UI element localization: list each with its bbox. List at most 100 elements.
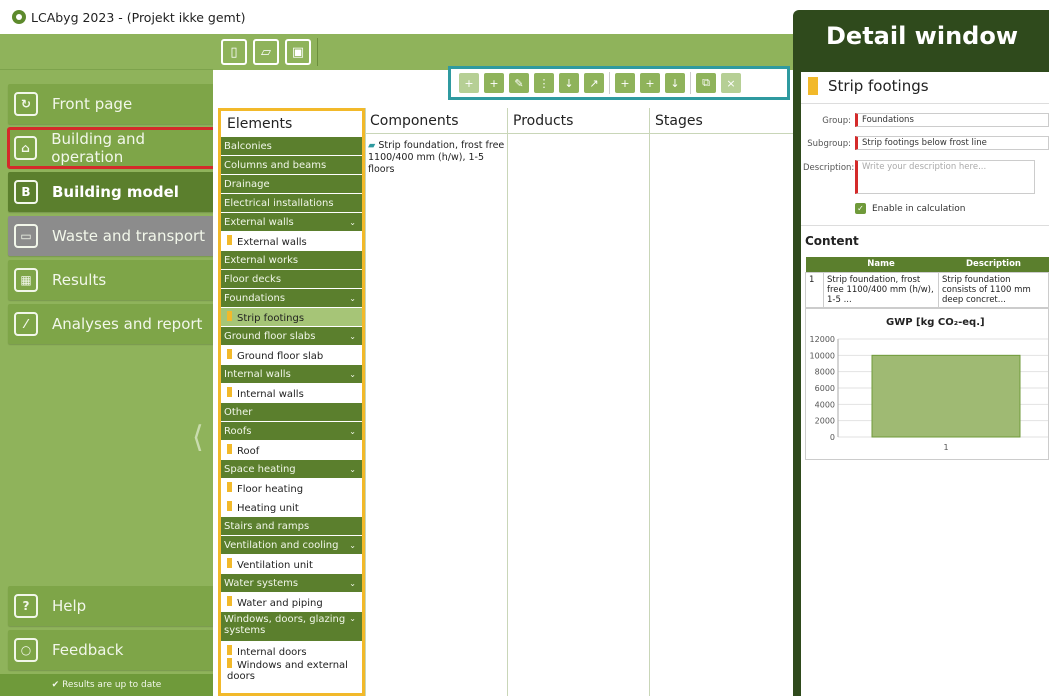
element-label: Roof	[237, 445, 260, 457]
question-icon: ?	[14, 594, 38, 618]
element-category[interactable]: Drainage	[221, 175, 362, 194]
add-component-child-icon[interactable]: +	[640, 73, 660, 93]
element-category[interactable]: Other	[221, 403, 362, 422]
gwp-chart: GWP [kg CO₂-eq.] 0 2000 4000 6000 8000 10000 1…	[805, 308, 1049, 460]
element-category[interactable]: External works	[221, 251, 362, 270]
sidebar-item-help[interactable]: ? Help	[8, 586, 215, 626]
open-folder-icon[interactable]: ▱	[253, 39, 279, 65]
element-label: Internal walls	[237, 388, 304, 400]
enable-in-calculation-checkbox[interactable]: ✓ Enable in calculation	[855, 203, 965, 214]
element-category[interactable]: Ground floor slabs ⌄	[221, 327, 362, 346]
add-component-icon[interactable]: +	[615, 73, 635, 93]
element-label-wrap: Roof	[227, 443, 260, 457]
chevron-down-icon[interactable]: ⌄	[349, 370, 356, 379]
element-category[interactable]: Floor decks	[221, 270, 362, 289]
element-item[interactable]: Strip footings	[221, 308, 362, 327]
element-item[interactable]: Water and piping	[221, 593, 362, 612]
element-item[interactable]: Ground floor slab	[221, 346, 362, 365]
checkmark-icon: ✓	[855, 203, 866, 214]
element-item[interactable]: Ventilation unit	[221, 555, 362, 574]
sidebar-item-building-model[interactable]: B Building model	[8, 172, 215, 212]
element-label-wrap: Strip footings	[227, 310, 305, 324]
element-category[interactable]: Water systems ⌄	[221, 574, 362, 593]
element-item[interactable]: Windows and external doors	[221, 658, 362, 682]
element-category[interactable]: Internal walls ⌄	[221, 365, 362, 384]
chart-svg: 0 2000 4000 6000 8000 10000 12000 1	[810, 335, 1048, 452]
sidebar-item-building-and-operation[interactable]: ⌂ Building and operation	[7, 127, 216, 169]
element-category[interactable]: Windows, doors, glazing systems ⌄	[221, 612, 362, 642]
subgroup-field[interactable]: Strip footings below frost line	[855, 136, 1049, 150]
element-category[interactable]: Foundations ⌄	[221, 289, 362, 308]
element-label: Strip footings	[237, 312, 305, 324]
element-label: External walls	[237, 236, 307, 248]
chevron-down-icon[interactable]: ⌄	[349, 614, 356, 623]
chevron-down-icon[interactable]: ⌄	[349, 579, 356, 588]
sidebar-item-label: Building model	[52, 183, 179, 201]
sidebar-item-label: Analyses and report	[52, 315, 203, 333]
y-tick-label: 0	[830, 433, 835, 442]
chevron-down-icon[interactable]: ⌄	[349, 332, 356, 341]
hierarchy-icon[interactable]: ⋮	[534, 73, 554, 93]
chevron-down-icon[interactable]: ⌄	[349, 294, 356, 303]
group-label: Group:	[822, 116, 851, 126]
element-item[interactable]: External walls	[221, 232, 362, 251]
chevron-down-icon[interactable]: ⌄	[349, 427, 356, 436]
y-tick-label: 12000	[810, 335, 835, 344]
group-field[interactable]: Foundations	[855, 113, 1049, 127]
y-tick-label: 2000	[815, 417, 835, 426]
element-category[interactable]: External walls ⌄	[221, 213, 362, 232]
sidebar-item-waste-and-transport[interactable]: ▭ Waste and transport	[8, 216, 215, 256]
element-category[interactable]: Electrical installations	[221, 194, 362, 213]
chevron-down-icon[interactable]: ⌄	[349, 218, 356, 227]
element-item[interactable]: Heating unit	[221, 498, 362, 517]
element-label: Stairs and ramps	[224, 520, 310, 532]
element-item[interactable]: Floor heating	[221, 479, 362, 498]
new-file-icon[interactable]: ▯	[221, 39, 247, 65]
element-label: Floor heating	[237, 483, 304, 495]
add-icon[interactable]: +	[459, 73, 479, 93]
duplicate-icon[interactable]: ⧉	[696, 73, 716, 93]
element-label-wrap: Floor decks	[224, 274, 281, 285]
element-label-wrap: Windows, doors, glazing systems	[224, 614, 349, 636]
save-icon[interactable]: ▣	[285, 39, 311, 65]
element-category[interactable]: Columns and beams	[221, 156, 362, 175]
chevron-down-icon[interactable]: ⌄	[349, 541, 356, 550]
element-label-wrap: Windows and external doors	[227, 658, 362, 682]
close-icon[interactable]: ×	[721, 73, 741, 93]
bar[interactable]	[871, 354, 1021, 438]
table-row[interactable]: 1 Strip foundation, frost free 1100/400 …	[805, 271, 1049, 308]
element-marker-icon	[227, 644, 232, 655]
element-label: Drainage	[224, 178, 270, 190]
element-item[interactable]: Internal walls	[221, 384, 362, 403]
element-category[interactable]: Balconies	[221, 137, 362, 156]
sidebar-item-analyses-and-report[interactable]: ⁄ Analyses and report	[8, 304, 215, 344]
import-icon[interactable]: ↓	[559, 73, 579, 93]
element-label: Water and piping	[237, 597, 323, 609]
chevron-down-icon[interactable]: ⌄	[349, 465, 356, 474]
element-label: Electrical installations	[224, 197, 334, 209]
element-label: Space heating	[224, 463, 296, 475]
sidebar-item-label: Results	[52, 271, 107, 289]
element-label: Internal walls	[224, 368, 291, 380]
element-marker-icon	[227, 658, 232, 668]
element-category[interactable]: Roofs ⌄	[221, 422, 362, 441]
sidebar-item-results[interactable]: ▦ Results	[8, 260, 215, 300]
description-field[interactable]: Write your description here...	[855, 160, 1035, 194]
element-item[interactable]: Roof	[221, 441, 362, 460]
collapse-sidebar-chevron-icon[interactable]: ⟨	[192, 420, 204, 455]
element-label: Heating unit	[237, 502, 299, 514]
add-child-icon[interactable]: +	[484, 73, 504, 93]
edit-icon[interactable]: ✎	[509, 73, 529, 93]
export-icon[interactable]: ↗	[584, 73, 604, 93]
sidebar-item-feedback[interactable]: ○ Feedback	[8, 630, 215, 670]
component-item[interactable]: ▰ Strip foundation, frost free 1100/400 …	[368, 140, 508, 176]
element-label-wrap: Drainage	[224, 179, 270, 190]
elements-panel: Elements Balconies Columns and beams Drain…	[218, 108, 365, 696]
element-category[interactable]: Ventilation and cooling ⌄	[221, 536, 362, 555]
sidebar-item-front-page[interactable]: ↻ Front page	[8, 84, 215, 124]
import-component-icon[interactable]: ↓	[665, 73, 685, 93]
element-category[interactable]: Stairs and ramps	[221, 517, 362, 536]
element-category[interactable]: Space heating ⌄	[221, 460, 362, 479]
element-label: Water systems	[224, 577, 299, 589]
products-column-header: Products	[513, 113, 574, 129]
